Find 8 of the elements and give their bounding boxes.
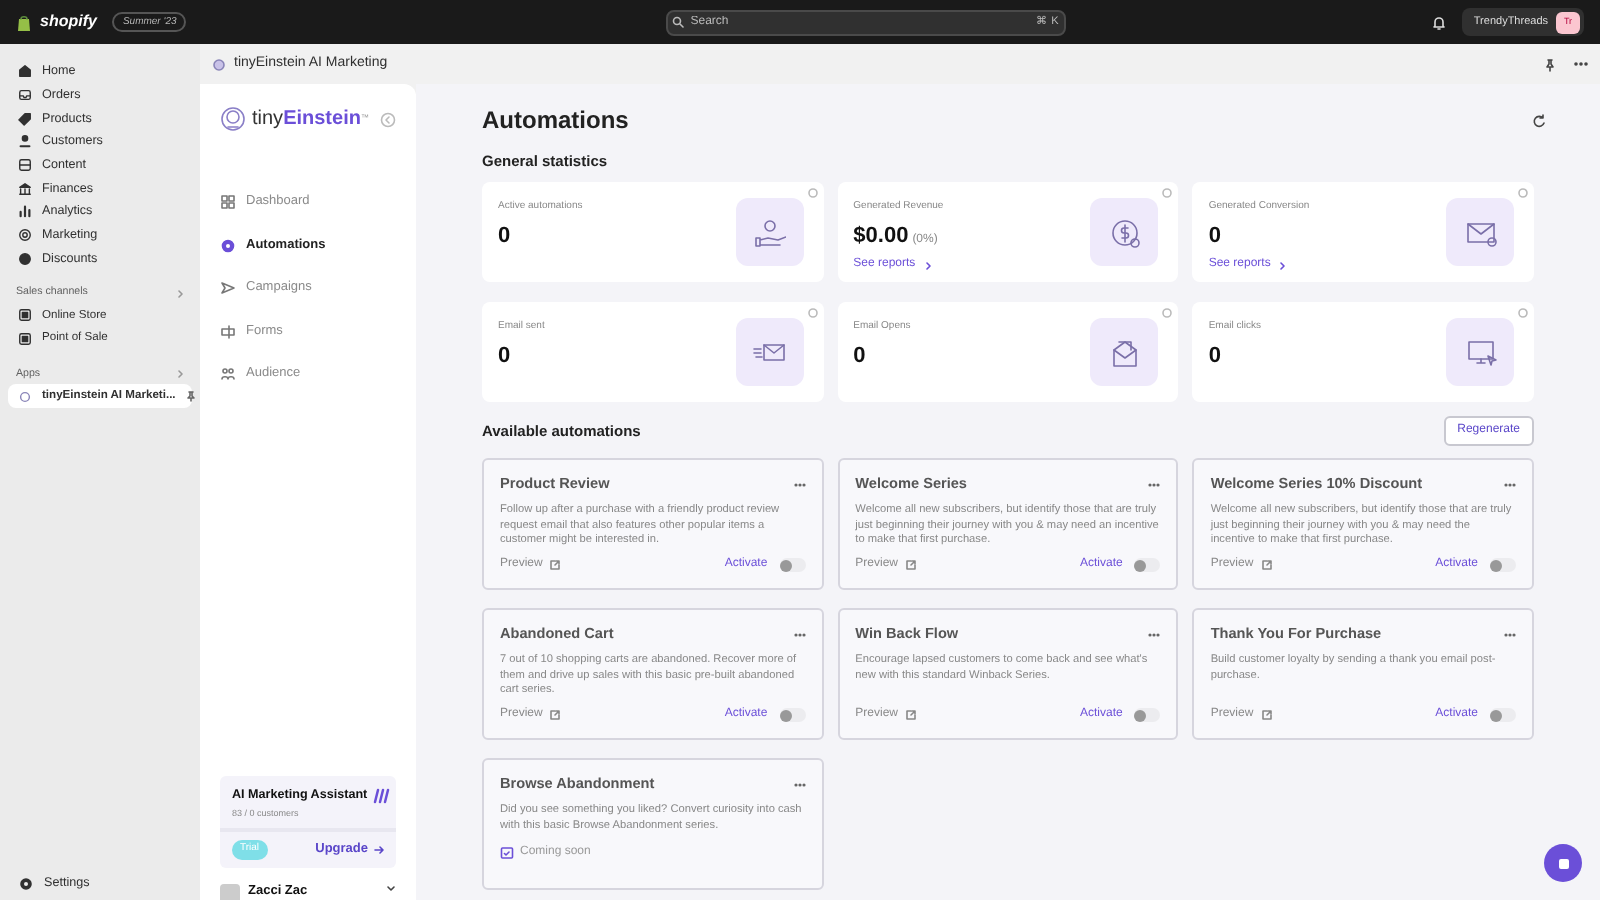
stat-value: 0 xyxy=(1208,221,1221,252)
stat-value: 0 xyxy=(853,341,866,372)
stat-value: 0 xyxy=(1208,341,1221,372)
stat-value: $0.00 xyxy=(853,221,909,252)
brand-name: shopify xyxy=(40,10,97,34)
page-title: Automations xyxy=(482,104,629,138)
stat-value: 0 xyxy=(498,221,511,252)
stat-value: 0 xyxy=(498,341,511,372)
